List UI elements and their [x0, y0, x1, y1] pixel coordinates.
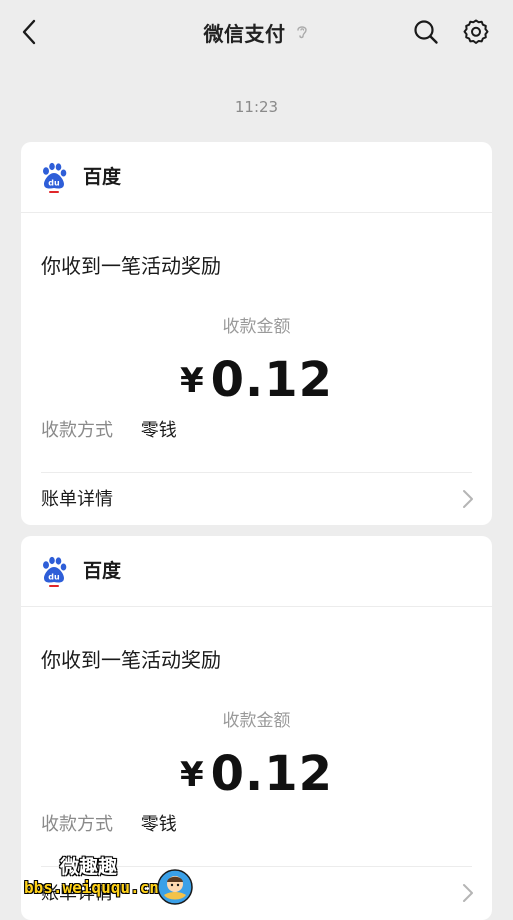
- divider: [41, 472, 472, 473]
- sender-name: 百度: [83, 166, 122, 188]
- amount-label: 收款金额: [222, 317, 291, 337]
- svg-text:du: du: [48, 573, 60, 582]
- baidu-logo-icon: du: [43, 556, 67, 587]
- payment-card[interactable]: du 百度 你收到一笔活动奖励 收款金额 ¥0.12 收款方式 零钱 账单详情: [21, 536, 492, 920]
- sender-name: 百度: [83, 560, 122, 582]
- currency-symbol: ¥: [179, 755, 205, 795]
- message-headline: 你收到一笔活动奖励: [41, 648, 221, 672]
- settings-button[interactable]: [460, 16, 492, 48]
- ear-icon: [294, 22, 310, 42]
- baidu-logo-icon: du: [43, 162, 67, 193]
- bill-details-link[interactable]: 账单详情: [21, 868, 492, 918]
- message-timestamp: 11:23: [234, 98, 279, 116]
- currency-symbol: ¥: [179, 361, 205, 401]
- amount-value: ¥0.12: [21, 744, 492, 809]
- payment-card[interactable]: du 百度 你收到一笔活动奖励 收款金额 ¥0.12 收款方式 零钱 账单详情: [21, 142, 492, 525]
- method-value: 零钱: [140, 814, 177, 835]
- bill-details-label: 账单详情: [41, 883, 113, 904]
- amount-number: 0.12: [210, 352, 334, 408]
- gear-icon: [463, 19, 489, 44]
- top-bar: 微信支付: [0, 0, 513, 66]
- chevron-right-icon: [463, 884, 473, 902]
- method-value: 零钱: [140, 420, 177, 441]
- payment-method-row: 收款方式 零钱: [41, 812, 177, 838]
- method-label: 收款方式: [41, 814, 113, 835]
- divider: [41, 866, 472, 867]
- amount-value: ¥0.12: [21, 350, 492, 415]
- bill-details-label: 账单详情: [41, 489, 113, 510]
- amount-number: 0.12: [210, 746, 334, 802]
- card-header[interactable]: du 百度: [21, 142, 492, 213]
- bill-details-link[interactable]: 账单详情: [21, 474, 492, 524]
- search-icon: [414, 20, 438, 44]
- payment-method-row: 收款方式 零钱: [41, 418, 177, 444]
- page-title: 微信支付: [203, 21, 286, 46]
- amount-label: 收款金额: [222, 711, 291, 731]
- message-headline: 你收到一笔活动奖励: [41, 254, 221, 278]
- chevron-right-icon: [463, 490, 473, 508]
- method-label: 收款方式: [41, 420, 113, 441]
- card-header[interactable]: du 百度: [21, 536, 492, 607]
- search-button[interactable]: [410, 16, 442, 48]
- svg-text:du: du: [48, 179, 60, 188]
